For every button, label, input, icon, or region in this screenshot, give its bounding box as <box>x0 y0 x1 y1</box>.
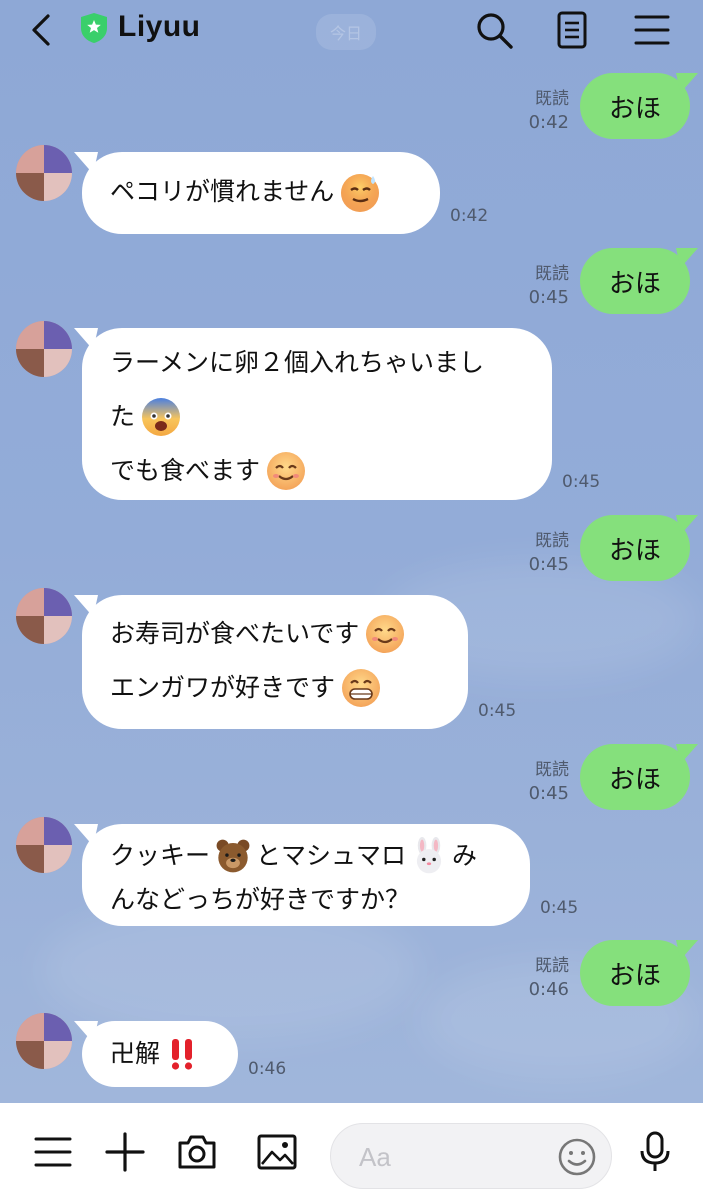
message-time: 0:45 <box>528 783 569 804</box>
message-text: 卍解 <box>110 1039 161 1068</box>
sent-message-bubble[interactable]: おほ <box>580 744 690 810</box>
message-time: 0:42 <box>450 206 489 226</box>
sent-meta: 既読 0:45 <box>529 759 569 805</box>
message-text: とマシュマロ <box>256 841 407 870</box>
sent-meta: 既読 0:42 <box>529 88 569 134</box>
message-time: 0:46 <box>528 979 569 1000</box>
sweat-smile-emoji-icon <box>341 174 380 212</box>
received-message-bubble[interactable]: 卍解 <box>82 1021 238 1087</box>
yummy-emoji-icon <box>267 452 306 490</box>
message-text: んなどっちが好きですか？ <box>110 885 411 914</box>
message-time: 0:45 <box>478 701 517 721</box>
received-message-bubble[interactable]: お寿司が食べたいです エンガワが好きです <box>82 595 468 729</box>
avatar[interactable] <box>16 588 72 644</box>
double-exclamation-emoji-icon <box>171 1039 193 1070</box>
read-receipt: 既読 <box>535 760 569 780</box>
message-text: おほ <box>608 535 661 566</box>
input-placeholder: Aa <box>359 1142 391 1172</box>
message-time: 0:46 <box>248 1059 287 1079</box>
message-text: クッキー <box>110 841 211 870</box>
message-text: おほ <box>608 764 661 795</box>
menu-icon[interactable] <box>32 1131 74 1173</box>
message-time: 0:45 <box>528 554 569 575</box>
message-time: 0:45 <box>528 287 569 308</box>
notes-icon[interactable] <box>550 8 594 52</box>
plus-icon[interactable] <box>104 1131 146 1173</box>
sent-meta: 既読 0:45 <box>529 530 569 576</box>
message-time: 0:42 <box>528 112 569 133</box>
message-text: でも食べます <box>110 456 261 485</box>
message-text: み <box>452 841 478 870</box>
received-message-bubble[interactable]: クッキー とマシュマロ み んなどっちが好きですか？ <box>82 824 530 926</box>
menu-icon[interactable] <box>630 8 674 52</box>
microphone-icon[interactable] <box>634 1131 676 1173</box>
sent-meta: 既読 0:45 <box>529 263 569 309</box>
message-text: ペコリが慣れません <box>110 177 335 206</box>
message-text: た <box>110 402 136 431</box>
grin-emoji-icon <box>342 669 381 707</box>
message-input[interactable]: Aa <box>330 1123 612 1189</box>
message-text: お寿司が食べたいです <box>110 619 360 648</box>
avatar[interactable] <box>16 321 72 377</box>
message-text: おほ <box>608 93 661 124</box>
avatar[interactable] <box>16 817 72 873</box>
avatar[interactable] <box>16 145 72 201</box>
camera-icon[interactable] <box>176 1131 218 1173</box>
search-icon[interactable] <box>472 8 516 52</box>
read-receipt: 既読 <box>535 531 569 551</box>
read-receipt: 既読 <box>535 89 569 109</box>
avatar[interactable] <box>16 1013 72 1069</box>
yummy-emoji-icon <box>366 615 405 653</box>
sent-message-bubble[interactable]: おほ <box>580 248 690 314</box>
sent-meta: 既読 0:46 <box>529 955 569 1001</box>
message-text: おほ <box>608 268 661 299</box>
message-text: エンガワが好きです <box>110 673 336 702</box>
image-icon[interactable] <box>256 1131 298 1173</box>
verified-shield-icon <box>81 13 107 43</box>
received-message-bubble[interactable]: ペコリが慣れません <box>82 152 440 234</box>
date-chip: 今日 <box>316 14 377 50</box>
sent-message-bubble[interactable]: おほ <box>580 515 690 581</box>
rabbit-emoji-icon <box>416 837 442 874</box>
chat-header: Liyuu 今日 <box>0 0 703 62</box>
message-time: 0:45 <box>540 898 579 918</box>
message-time: 0:45 <box>562 472 601 492</box>
back-icon[interactable] <box>22 10 62 50</box>
sent-message-bubble[interactable]: おほ <box>580 73 690 139</box>
emoji-picker-icon[interactable] <box>557 1137 597 1177</box>
received-message-bubble[interactable]: ラーメンに卵２個入れちゃいまし た でも食べます <box>82 328 552 500</box>
message-input-bar: Aa <box>0 1103 703 1200</box>
sent-message-bubble[interactable]: おほ <box>580 940 690 1006</box>
read-receipt: 既読 <box>535 264 569 284</box>
read-receipt: 既読 <box>535 956 569 976</box>
chat-title[interactable]: Liyuu <box>118 10 201 44</box>
message-text: ラーメンに卵２個入れちゃいまし <box>110 348 485 377</box>
message-text: おほ <box>608 960 661 991</box>
scared-emoji-icon <box>142 398 181 436</box>
bear-emoji-icon <box>216 839 250 873</box>
